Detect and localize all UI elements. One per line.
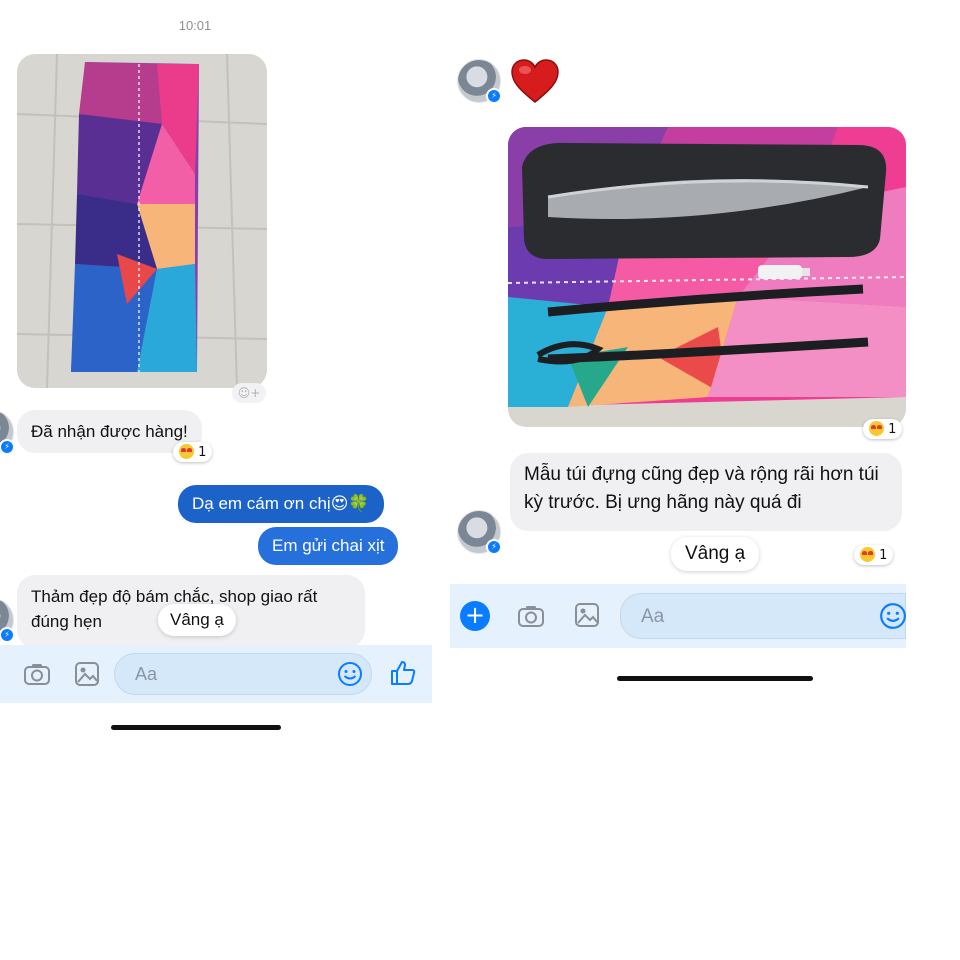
gallery-icon[interactable] [72, 659, 102, 689]
heart-icon [511, 59, 559, 103]
thumbs-up-icon[interactable] [388, 658, 418, 688]
reaction-count: 1 [879, 548, 888, 563]
bag-photo[interactable] [508, 127, 906, 427]
camera-icon[interactable] [516, 601, 546, 631]
message-input-placeholder: Aa [641, 606, 665, 627]
plus-icon[interactable]: + [460, 601, 490, 631]
quick-reply-chip[interactable]: Vâng ạ [671, 537, 760, 571]
heart-eyes-emoji-icon [869, 421, 884, 436]
chat-panel-right: ⚡ 1 ⚡ Mẫu túi đựng cũng đẹp và rộng rãi … [450, 0, 910, 760]
reaction-count: 1 [198, 445, 207, 460]
add-reaction-button[interactable]: ☺+ [232, 383, 266, 403]
gallery-icon[interactable] [572, 600, 602, 630]
message-input-placeholder: Aa [135, 664, 158, 684]
message-composer: Aa [0, 645, 432, 703]
received-message: Mẫu túi đựng cũng đẹp và rộng rãi hơn tú… [510, 453, 902, 531]
chat-panel-left: 10:01 ☺+ ⚡ Đã nhận được hàng! 1 Dạ em cá… [0, 0, 440, 760]
emoji-icon[interactable] [879, 602, 907, 630]
quick-reply-chip[interactable]: Vâng ạ [158, 604, 236, 636]
home-indicator [111, 725, 281, 730]
messenger-badge-icon: ⚡ [486, 539, 502, 555]
camera-icon[interactable] [22, 659, 52, 689]
yoga-mat-photo[interactable] [17, 54, 267, 388]
photo-reaction[interactable]: 1 [863, 419, 903, 439]
message-reaction[interactable]: 1 [173, 442, 213, 462]
heart-eyes-emoji-icon [860, 547, 875, 562]
sender-avatar: ⚡ [457, 510, 502, 555]
message-reaction[interactable]: 1 [854, 545, 894, 565]
sent-message: Em gửi chai xịt [258, 527, 399, 565]
home-indicator [617, 676, 813, 681]
sender-avatar: ⚡ [0, 598, 15, 643]
message-input[interactable]: Aa [620, 593, 906, 639]
reaction-count: 1 [888, 422, 897, 437]
sender-avatar: ⚡ [0, 410, 15, 455]
messenger-badge-icon: ⚡ [0, 439, 15, 455]
messenger-badge-icon: ⚡ [486, 88, 502, 104]
heart-eyes-emoji-icon [179, 444, 194, 459]
sender-avatar: ⚡ [457, 59, 502, 104]
emoji-icon[interactable] [337, 661, 363, 687]
timestamp: 10:01 [178, 18, 212, 33]
message-input[interactable]: Aa [114, 653, 372, 695]
message-composer: + Aa [450, 584, 906, 648]
messenger-badge-icon: ⚡ [0, 627, 15, 643]
sent-message: Dạ em cám ơn chị😍🍀 [178, 485, 384, 523]
